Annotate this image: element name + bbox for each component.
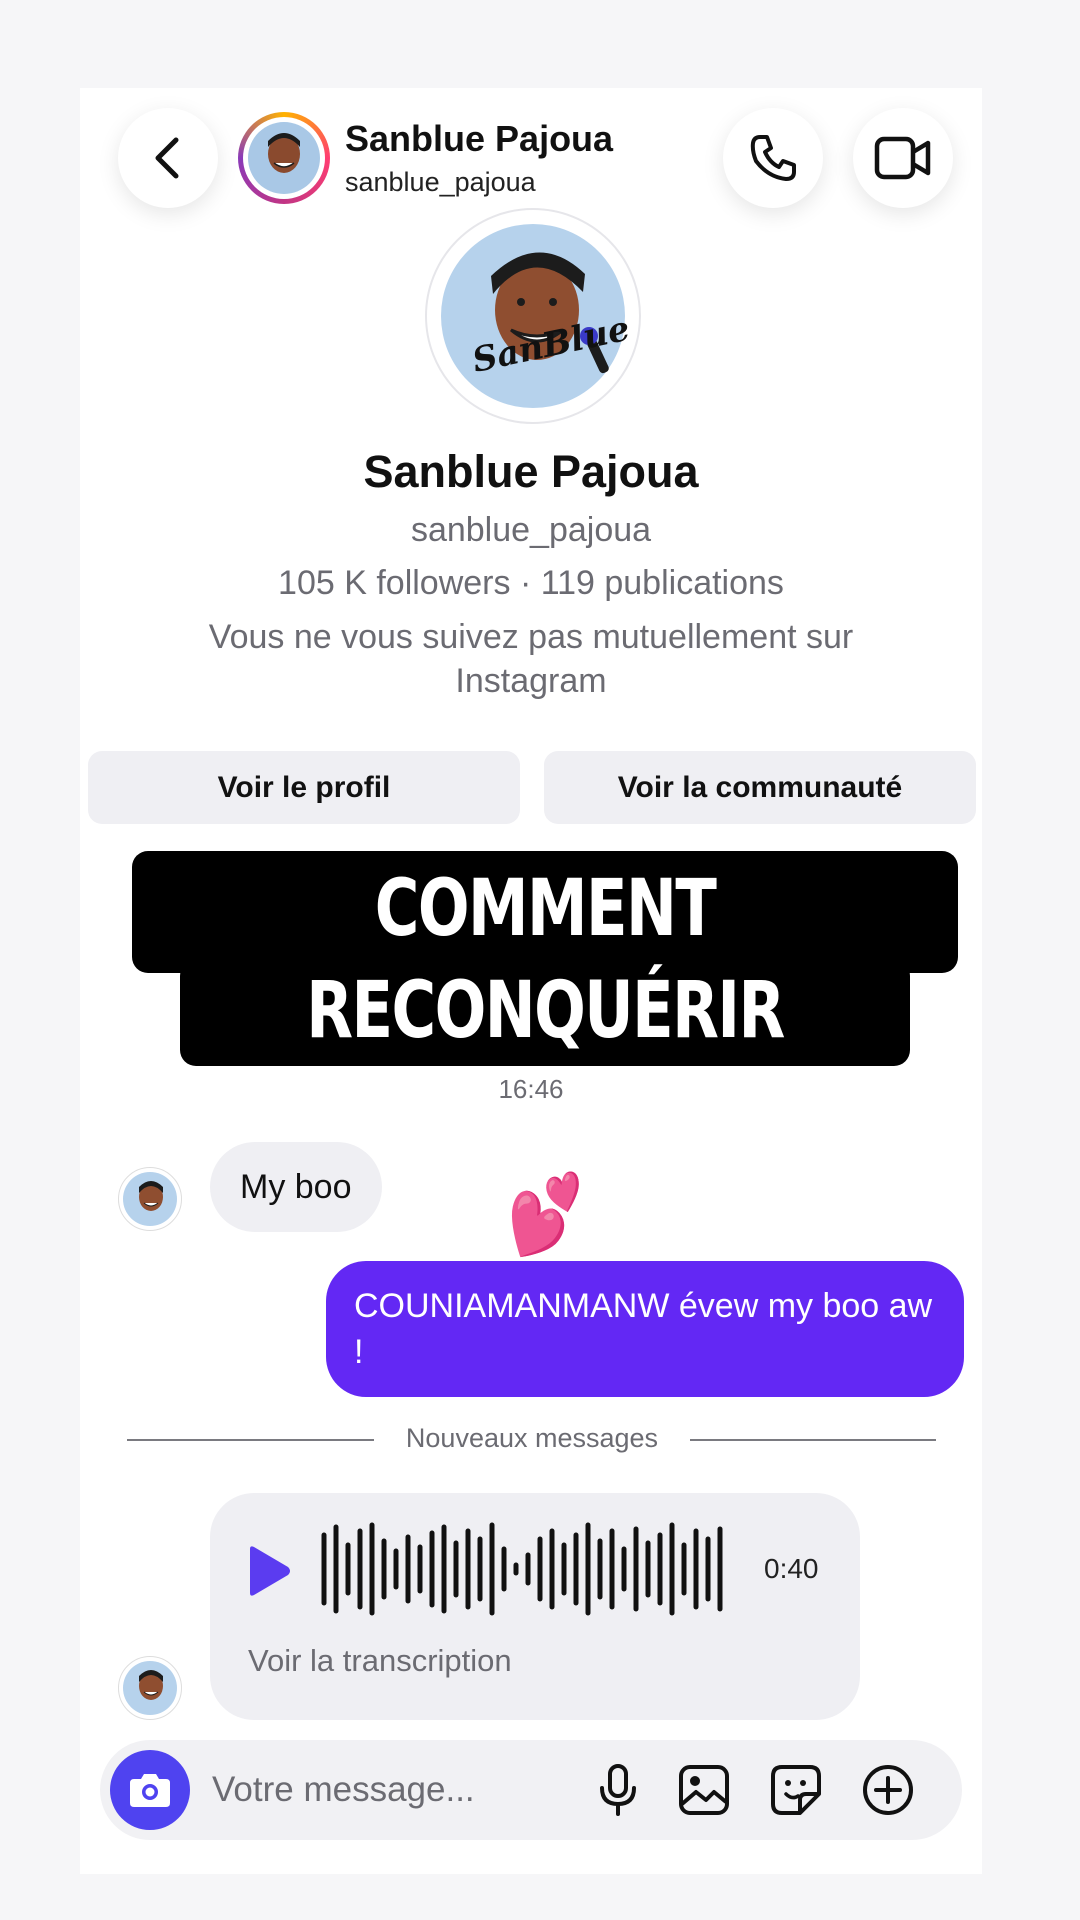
message-timestamp: 16:46 — [498, 1074, 564, 1104]
message-composer: Votre message... — [100, 1740, 962, 1840]
audio-waveform — [321, 1522, 723, 1616]
voice-call-button[interactable] — [723, 108, 823, 208]
profile-name: Sanblue Pajoua — [363, 446, 699, 497]
microphone-button[interactable] — [592, 1764, 644, 1816]
add-button[interactable] — [862, 1764, 914, 1816]
voice-duration: 0:40 — [764, 1553, 819, 1584]
play-button[interactable] — [244, 1545, 292, 1602]
avatar-illustration — [123, 1661, 177, 1715]
camera-icon — [130, 1774, 170, 1807]
profile-stats: 105 K followers · 119 publications — [278, 564, 784, 602]
back-button[interactable] — [118, 108, 218, 208]
video-call-button[interactable] — [853, 108, 953, 208]
avatar-illustration: SanBlue — [441, 224, 631, 408]
view-transcription-link[interactable]: Voir la transcription — [248, 1643, 512, 1679]
video-camera-icon — [874, 136, 931, 180]
voice-message[interactable]: 0:40 Voir la transcription — [210, 1493, 860, 1720]
sender-avatar[interactable] — [118, 1167, 182, 1231]
view-profile-button[interactable]: Voir le profil — [88, 751, 520, 824]
sender-avatar[interactable] — [118, 1656, 182, 1720]
profile-avatar[interactable]: SanBlue — [425, 208, 641, 424]
divider-line — [690, 1439, 936, 1441]
gallery-button[interactable] — [678, 1764, 730, 1816]
header-avatar[interactable] — [238, 112, 330, 204]
header-name[interactable]: Sanblue Pajoua — [345, 118, 613, 160]
outgoing-message[interactable]: COUNIAMANMANW évew my boo aw ! — [326, 1261, 964, 1397]
divider-line — [127, 1439, 374, 1441]
sticker-icon — [771, 1765, 821, 1815]
phone-icon — [750, 135, 796, 181]
microphone-icon — [600, 1764, 636, 1816]
header-username: sanblue_pajoua — [345, 167, 536, 197]
image-icon — [679, 1765, 729, 1815]
profile-username: sanblue_pajoua — [410, 511, 652, 549]
new-messages-divider: Nouveaux messages — [405, 1423, 659, 1453]
view-community-button[interactable]: Voir la communauté — [544, 751, 976, 824]
mutual-follow-notice: Vous ne vous suivez pas mutuellement sur… — [208, 618, 854, 700]
add-icon — [863, 1765, 913, 1815]
play-icon — [250, 1546, 290, 1596]
incoming-message[interactable]: My boo — [210, 1142, 382, 1232]
message-input[interactable]: Votre message... — [212, 1770, 475, 1810]
overlay-title-line: COMMENT RECONQUÉRIR — [306, 864, 785, 1056]
avatar-illustration — [248, 122, 320, 194]
avatar-illustration — [123, 1172, 177, 1226]
sticker-button[interactable] — [770, 1764, 822, 1816]
back-arrow-icon — [155, 137, 179, 179]
camera-button[interactable] — [110, 1750, 190, 1830]
